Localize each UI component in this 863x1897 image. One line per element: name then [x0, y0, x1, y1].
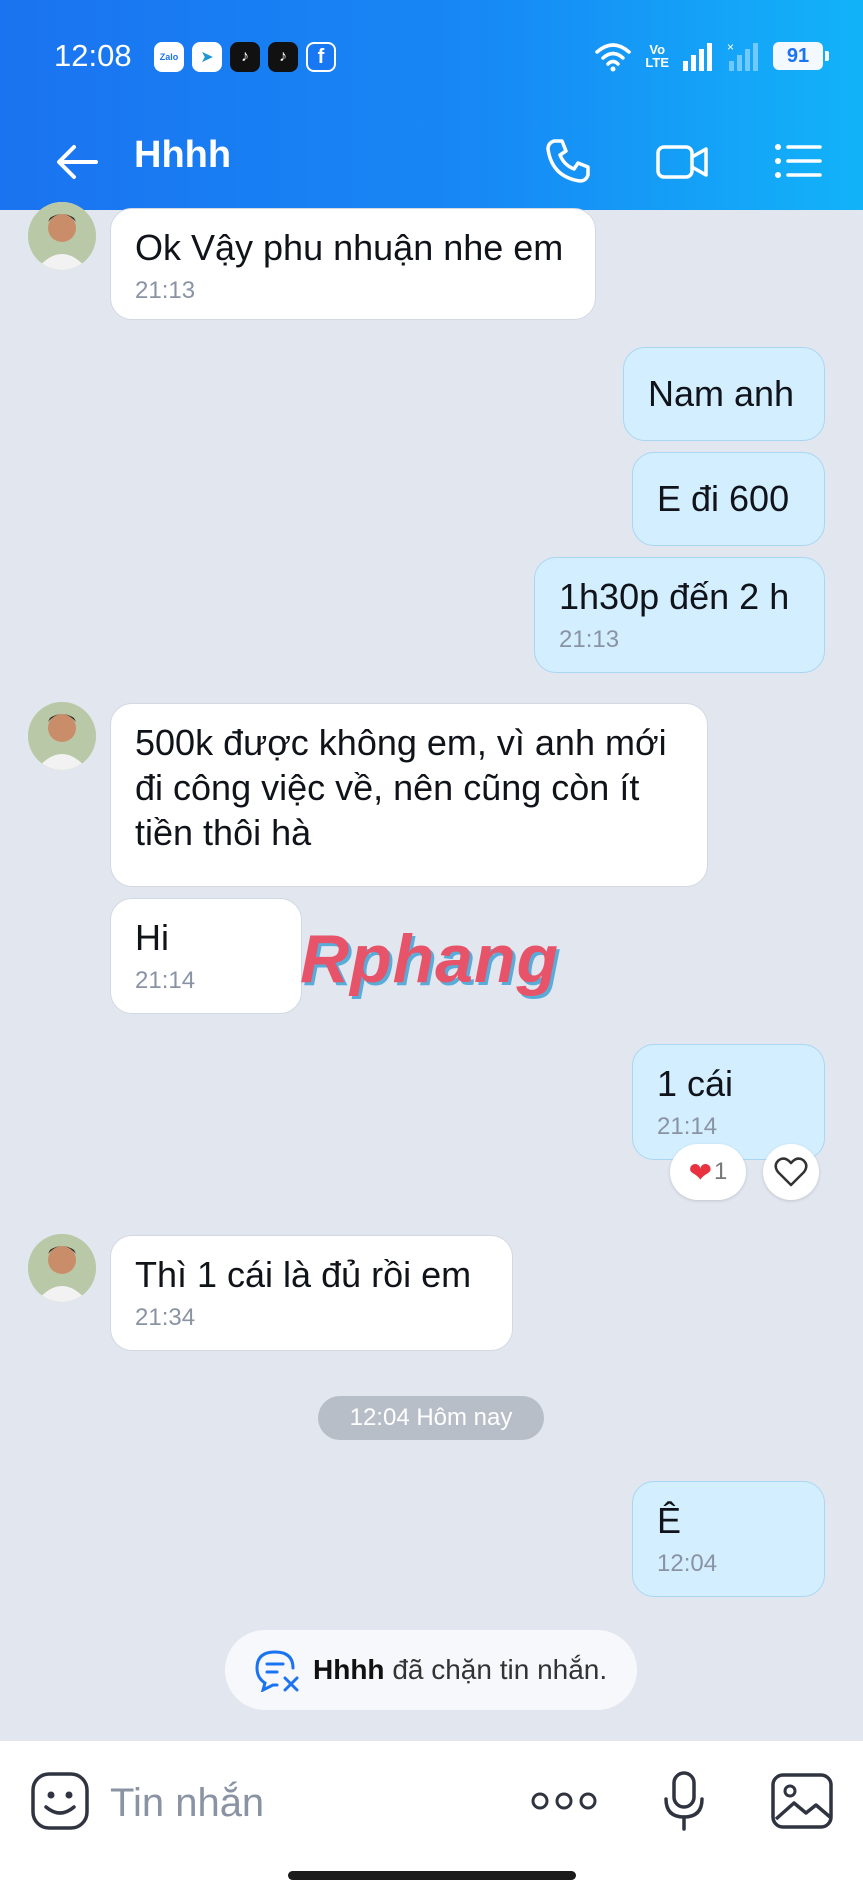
blocked-name: Hhhh	[313, 1654, 385, 1685]
notification-icons: Zalo ➤ ♪ ♪ f	[154, 42, 336, 72]
message-text: 1h30p đến 2 h	[559, 576, 790, 617]
battery-icon: 91	[773, 42, 829, 70]
header: 12:08 Zalo ➤ ♪ ♪ f Vo LTE × 91 Hhhh	[0, 0, 863, 210]
message-time: 21:13	[135, 277, 196, 304]
message-composer	[0, 1740, 863, 1897]
outgoing-message[interactable]: Nam anh	[623, 347, 825, 441]
message-text: 1 cái	[657, 1063, 734, 1104]
tiktok-icon: ♪	[230, 42, 260, 72]
message-input[interactable]	[108, 1767, 492, 1839]
incoming-message[interactable]: Thì 1 cái là đủ rồi em 21:34	[110, 1235, 513, 1351]
chat-title[interactable]: Hhhh	[134, 134, 231, 177]
outgoing-message[interactable]: E đi 600	[632, 452, 825, 546]
reaction-badge[interactable]: ❤ 1	[670, 1144, 746, 1200]
status-bar: 12:08 Zalo ➤ ♪ ♪ f Vo LTE × 91	[0, 0, 863, 115]
message-text: 500k được không em, vì anh mới đi công v…	[135, 722, 667, 853]
message-time: 21:13	[559, 626, 620, 653]
message-text: Ê	[657, 1500, 682, 1541]
video-call-icon[interactable]	[654, 133, 710, 189]
outgoing-message[interactable]: 1h30p đến 2 h 21:13	[534, 557, 825, 673]
telegram-icon: ➤	[192, 42, 222, 72]
home-indicator[interactable]	[288, 1871, 576, 1880]
heart-filled-icon: ❤	[688, 1156, 713, 1188]
outgoing-message[interactable]: 1 cái 21:14	[632, 1044, 825, 1160]
incoming-message[interactable]: Hi 21:14	[110, 898, 302, 1014]
zalo-icon: Zalo	[154, 42, 184, 72]
reaction-count: 1	[714, 1158, 728, 1185]
contact-avatar-icon	[28, 1234, 96, 1302]
tiktok-icon: ♪	[268, 42, 298, 72]
blocked-message-icon	[255, 1650, 299, 1692]
message-text: Thì 1 cái là đủ rồi em	[135, 1254, 472, 1295]
avatar[interactable]	[28, 202, 96, 270]
volte-label-bottom: LTE	[645, 55, 669, 70]
contact-avatar-icon	[28, 202, 96, 270]
signal-icon	[683, 43, 712, 71]
message-time: 21:14	[135, 967, 196, 994]
date-divider: 12:04 Hôm nay	[318, 1396, 544, 1440]
sticker-emoji-icon[interactable]	[30, 1771, 90, 1831]
avatar[interactable]	[28, 1234, 96, 1302]
blocked-text: Hhhh đã chặn tin nhắn.	[313, 1654, 607, 1686]
more-options-icon[interactable]	[530, 1781, 598, 1821]
message-time: 21:34	[135, 1304, 196, 1331]
contact-avatar-icon	[28, 702, 96, 770]
status-time: 12:08	[54, 38, 132, 73]
heart-outline-icon	[774, 1157, 808, 1187]
blocked-label: đã chặn tin nhắn.	[392, 1654, 608, 1685]
message-text: Ok Vậy phu nhuận nhe em	[135, 227, 564, 268]
message-text: Hi	[135, 917, 169, 958]
system-icons: Vo LTE × 91	[593, 40, 829, 72]
volte-icon: Vo LTE	[645, 43, 669, 69]
watermark-logo: Rphang	[300, 921, 560, 997]
signal-empty-icon: ×	[727, 41, 758, 71]
message-text: E đi 600	[657, 478, 790, 519]
wifi-icon	[595, 43, 632, 72]
back-arrow-icon[interactable]	[52, 137, 102, 187]
outgoing-message[interactable]: Ê 12:04	[632, 1481, 825, 1597]
blocked-notice: Hhhh đã chặn tin nhắn.	[225, 1630, 637, 1710]
incoming-message[interactable]: Ok Vậy phu nhuận nhe em 21:13	[110, 208, 596, 320]
incoming-message[interactable]: 500k được không em, vì anh mới đi công v…	[110, 703, 708, 887]
image-gallery-icon[interactable]	[770, 1771, 834, 1831]
message-time: 12:04	[657, 1550, 718, 1577]
react-button[interactable]	[763, 1144, 819, 1200]
avatar[interactable]	[28, 702, 96, 770]
menu-list-icon[interactable]	[770, 133, 826, 189]
phone-call-icon[interactable]	[540, 133, 596, 189]
message-text: Nam anh	[648, 373, 795, 414]
chat-topbar: Hhhh	[0, 115, 863, 210]
message-time: 21:14	[657, 1113, 718, 1140]
facebook-icon: f	[306, 42, 336, 72]
svg-text:×: ×	[727, 41, 734, 54]
voice-to-text-mic-icon[interactable]	[660, 1769, 708, 1833]
